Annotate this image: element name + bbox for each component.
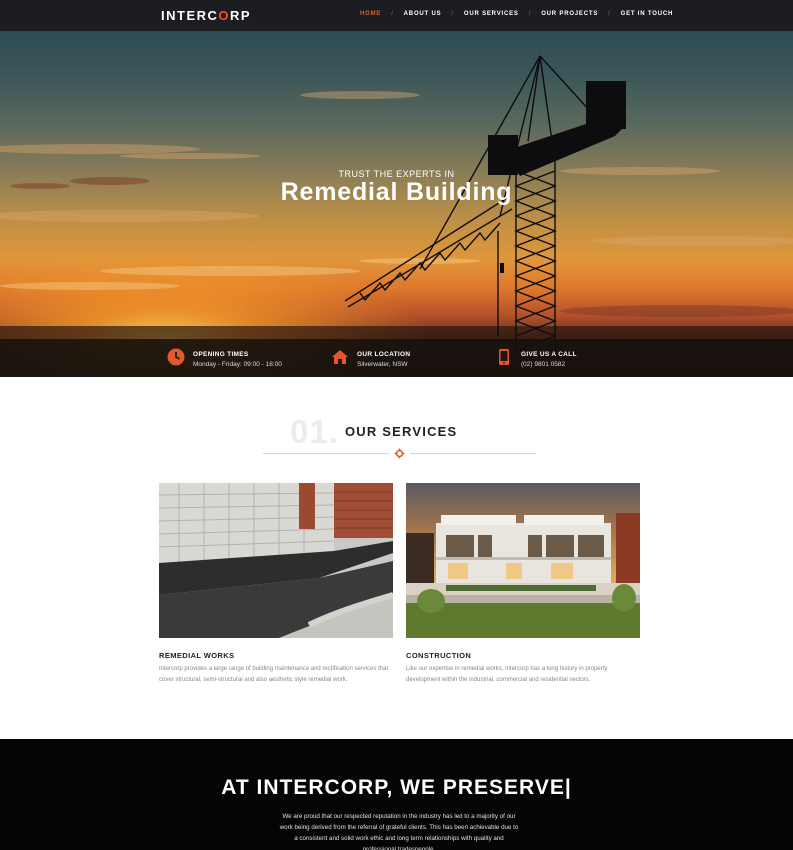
info-title: GIVE US A CALL <box>521 351 577 358</box>
info-call: GIVE US A CALL (02) 9801 0582 <box>495 348 577 368</box>
nav-separator: / <box>528 11 532 17</box>
card-text: Intercorp provides a large range of buil… <box>159 666 389 683</box>
nav-our-services[interactable]: OUR SERVICES <box>464 11 519 17</box>
main-menu: HOME / ABOUT US / OUR SERVICES / OUR PRO… <box>360 11 673 17</box>
card-text: Like our expertise in remedial works, In… <box>406 666 608 683</box>
nav-about-us[interactable]: ABOUT US <box>404 11 442 17</box>
nav-separator: / <box>608 11 611 17</box>
info-text: Monday - Friday: 09:00 - 18:00 <box>193 361 282 368</box>
phone-icon <box>499 349 509 365</box>
construction-image[interactable] <box>406 483 640 638</box>
info-title: OPENING TIMES <box>193 351 249 358</box>
info-text: Silverwater, NSW <box>357 361 408 368</box>
divider-line <box>263 453 389 454</box>
info-title: OUR LOCATION <box>357 351 411 358</box>
home-icon <box>332 350 348 364</box>
info-text: (02) 9801 0582 <box>521 361 566 368</box>
info-opening-times: OPENING TIMES Monday - Friday: 09:00 - 1… <box>167 348 282 368</box>
divider-line <box>410 453 536 454</box>
top-navbar: INTERCORP HOME / ABOUT US / OUR SERVICES… <box>0 0 793 31</box>
gear-icon <box>394 448 405 459</box>
section-number: 01. <box>290 413 339 450</box>
info-location: OUR LOCATION Silverwater, NSW <box>331 348 410 368</box>
info-bar: OPENING TIMES Monday - Friday: 09:00 - 1… <box>0 339 793 377</box>
intercorp-logo[interactable]: INTERCORP <box>161 8 251 23</box>
preserve-text: We are proud that our respected reputati… <box>279 813 519 850</box>
nav-get-in-touch[interactable]: GET IN TOUCH <box>621 11 674 17</box>
nav-our-projects[interactable]: OUR PROJECTS <box>541 11 598 17</box>
card-title[interactable]: REMEDIAL WORKS <box>159 651 234 660</box>
nav-separator: / <box>451 11 454 17</box>
clock-icon <box>167 348 185 366</box>
nav-separator: / <box>391 11 394 17</box>
hero-banner: TRUST THE EXPERTS IN Remedial Building O… <box>0 31 793 377</box>
hero-title: Remedial Building <box>280 178 513 206</box>
remedial-works-image[interactable] <box>159 483 393 638</box>
section-title: OUR SERVICES <box>345 424 458 439</box>
card-title[interactable]: CONSTRUCTION <box>406 651 471 660</box>
nav-home[interactable]: HOME <box>360 11 381 17</box>
preserve-title: AT INTERCORP, WE PRESERVE| <box>221 776 572 799</box>
